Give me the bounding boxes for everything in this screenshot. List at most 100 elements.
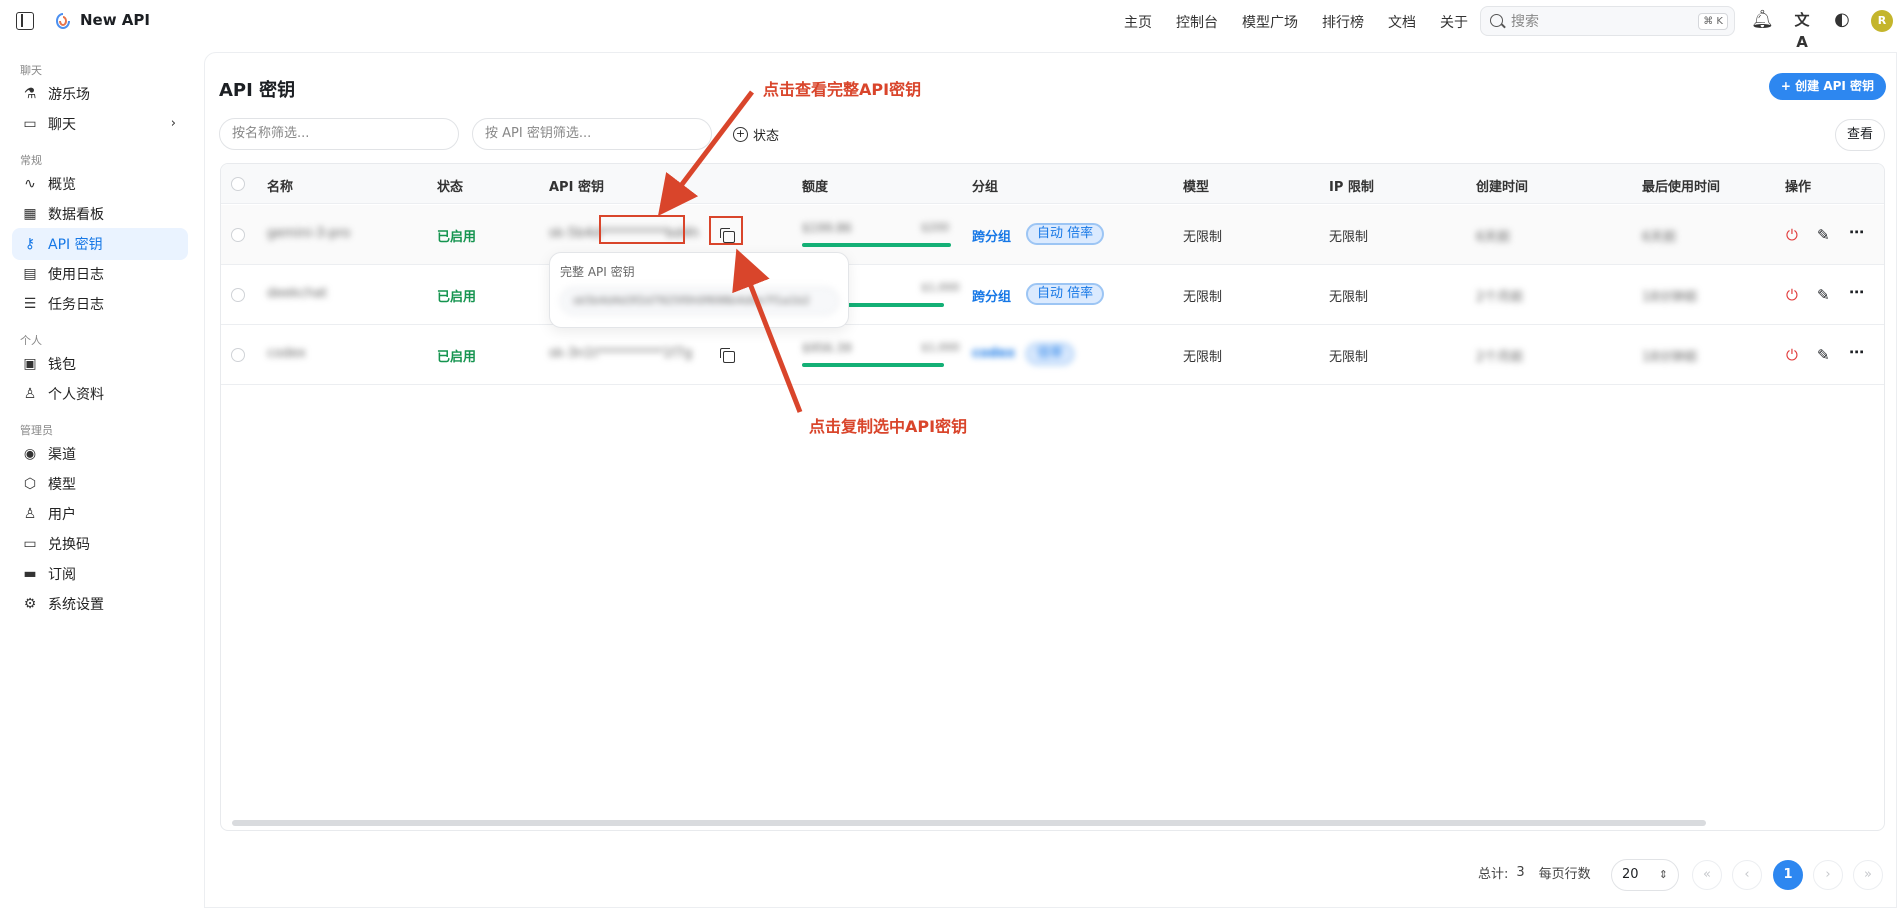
sidebar-section-chat: 聊天 <box>20 64 42 77</box>
api-key-value[interactable]: sk-3n1t**********1f7g <box>549 346 692 361</box>
sidebar-item-dashboard[interactable]: ▦ 数据看板 <box>12 198 188 230</box>
table-row[interactable]: deekchat 已启用 $1,000 跨分组 自动 倍率 无限制 无限制 2个… <box>221 265 1884 325</box>
sidebar-item-label: 聊天 <box>48 117 76 133</box>
nav-model-market[interactable]: 模型广场 <box>1242 12 1298 32</box>
disable-icon[interactable]: ⏻ <box>1786 287 1798 303</box>
header-status: 状态 <box>437 180 464 195</box>
sidebar-item-redeem-codes[interactable]: ▭ 兑换码 <box>12 528 188 560</box>
avatar[interactable]: R <box>1871 10 1893 32</box>
key-icon: ⚷ <box>24 236 36 252</box>
ratio-tag: 自动 倍率 <box>1026 283 1105 305</box>
annotation-box-copy <box>709 216 743 245</box>
horizontal-scrollbar[interactable] <box>232 820 1706 826</box>
model-limit: 无限制 <box>1183 230 1223 245</box>
sidebar-item-playground[interactable]: ⚗ 游乐场 <box>12 78 188 110</box>
sidebar-item-label: 使用日志 <box>48 267 104 283</box>
search-icon <box>1490 14 1503 27</box>
card-icon: ▬ <box>23 566 37 582</box>
sidebar-item-task-logs[interactable]: ☰ 任务日志 <box>12 288 188 320</box>
more-icon[interactable]: ⋯ <box>1849 344 1864 360</box>
status-badge: 已启用 <box>437 230 477 245</box>
group-link[interactable]: 跨分组 <box>972 226 1011 245</box>
select-all-checkbox[interactable] <box>231 177 245 191</box>
key-filter-input[interactable]: 按 API 密钥筛选... <box>472 118 712 150</box>
full-key-value[interactable]: sk5b4d4d3f2d7925f0h0f698b4d0e7f1a1b2 <box>560 287 839 315</box>
created-time: 2个月前 <box>1476 290 1524 305</box>
row-checkbox[interactable] <box>231 348 245 362</box>
edit-icon[interactable]: ✎ <box>1817 287 1830 303</box>
header-name[interactable]: 名称 <box>267 176 293 195</box>
disable-icon[interactable]: ⏻ <box>1786 347 1798 363</box>
gear-icon: ⚙ <box>23 596 37 612</box>
more-icon[interactable]: ⋯ <box>1849 224 1864 240</box>
sidebar-item-models[interactable]: ⬡ 模型 <box>12 468 188 500</box>
sidebar: 聊天 ⚗ 游乐场 ▭ 聊天 › 常规 ∿ 概览 ▦ 数据看板 ⚷ API 密钥 … <box>0 42 200 908</box>
prev-page-button[interactable]: ‹ <box>1732 860 1762 890</box>
row-checkbox[interactable] <box>231 288 245 302</box>
edit-icon[interactable]: ✎ <box>1817 227 1830 243</box>
row-checkbox[interactable] <box>231 228 245 242</box>
header-last-used: 最后使用时间 <box>1642 180 1721 195</box>
disable-icon[interactable]: ⏻ <box>1786 227 1798 243</box>
last-page-button[interactable]: » <box>1853 860 1883 890</box>
nav-docs[interactable]: 文档 <box>1388 12 1416 32</box>
sidebar-item-label: 兑换码 <box>48 537 90 553</box>
pagination-info: 总计: 3 每页行数 <box>1478 863 1591 882</box>
brand-name[interactable]: New API <box>80 11 150 29</box>
sidebar-item-overview[interactable]: ∿ 概览 <box>12 168 188 200</box>
sidebar-item-settings[interactable]: ⚙ 系统设置 <box>12 588 188 620</box>
chevron-right-icon: › <box>170 116 176 131</box>
ratio-tag: 倍率 <box>1026 343 1075 365</box>
ip-limit: 无限制 <box>1329 290 1369 305</box>
translate-icon[interactable]: 文A <box>1791 9 1813 51</box>
per-page-select[interactable]: 20 ⇕ <box>1611 859 1679 891</box>
table-row[interactable]: codex 已启用 sk-3n1t**********1f7g $956.39 … <box>221 325 1884 385</box>
nav-leaderboard[interactable]: 排行榜 <box>1322 12 1364 32</box>
sidebar-item-profile[interactable]: ♙ 个人资料 <box>12 378 188 410</box>
sidebar-section-general: 常规 <box>20 154 42 167</box>
sidebar-item-label: 渠道 <box>48 447 76 463</box>
more-icon[interactable]: ⋯ <box>1849 284 1864 300</box>
name-filter-input[interactable]: 按名称筛选... <box>219 118 459 150</box>
nav-about[interactable]: 关于 <box>1440 12 1468 32</box>
ip-limit: 无限制 <box>1329 230 1369 245</box>
first-page-button[interactable]: « <box>1692 860 1722 890</box>
palette-icon[interactable]: ◐ <box>1831 9 1853 31</box>
model-limit: 无限制 <box>1183 290 1223 305</box>
sidebar-item-chat[interactable]: ▭ 聊天 › <box>12 108 188 140</box>
sidebar-item-users[interactable]: ♙ 用户 <box>12 498 188 530</box>
next-page-button[interactable]: › <box>1813 860 1843 890</box>
sidebar-item-subscriptions[interactable]: ▬ 订阅 <box>12 558 188 590</box>
sidebar-item-api-keys[interactable]: ⚷ API 密钥 <box>12 228 188 260</box>
copy-icon[interactable] <box>720 348 735 363</box>
nav-console[interactable]: 控制台 <box>1176 12 1218 32</box>
create-api-key-button[interactable]: + 创建 API 密钥 <box>1769 73 1886 100</box>
status-filter-button[interactable]: + 状态 <box>733 122 779 146</box>
sidebar-item-label: 系统设置 <box>48 597 104 613</box>
group-link[interactable]: 跨分组 <box>972 286 1011 305</box>
sidebar-item-label: 用户 <box>48 507 76 523</box>
users-icon: ♙ <box>23 506 37 522</box>
sidebar-item-channels[interactable]: ◉ 渠道 <box>12 438 188 470</box>
sidebar-item-label: 任务日志 <box>48 297 104 313</box>
radio-icon: ◉ <box>23 446 37 462</box>
table-row[interactable]: gemini-3-pro 已启用 sk-5b4d**********bd4h $… <box>221 205 1884 265</box>
sidebar-item-usage-logs[interactable]: ▤ 使用日志 <box>12 258 188 290</box>
total-count: 3 <box>1516 865 1525 880</box>
view-options-button[interactable]: 查看 <box>1835 119 1885 151</box>
cube-icon: ⬡ <box>23 476 37 492</box>
status-filter-label: 状态 <box>753 128 780 144</box>
per-page-value: 20 <box>1622 867 1639 882</box>
search-input[interactable]: 搜索 ⌘ K <box>1480 6 1735 36</box>
header-created: 创建时间 <box>1476 180 1529 195</box>
plus-circle-icon: + <box>733 126 748 142</box>
sidebar-item-wallet[interactable]: ▣ 钱包 <box>12 348 188 380</box>
sidebar-toggle-icon[interactable] <box>16 12 34 30</box>
nav-home[interactable]: 主页 <box>1124 12 1152 32</box>
group-link[interactable]: codex <box>972 346 1015 361</box>
header-ip-limit: IP 限制 <box>1329 180 1374 195</box>
dashboard-icon: ▦ <box>23 206 37 222</box>
bell-icon[interactable]: 🔔︎ <box>1751 9 1774 31</box>
edit-icon[interactable]: ✎ <box>1817 347 1830 363</box>
page-button-current[interactable]: 1 <box>1773 860 1803 890</box>
